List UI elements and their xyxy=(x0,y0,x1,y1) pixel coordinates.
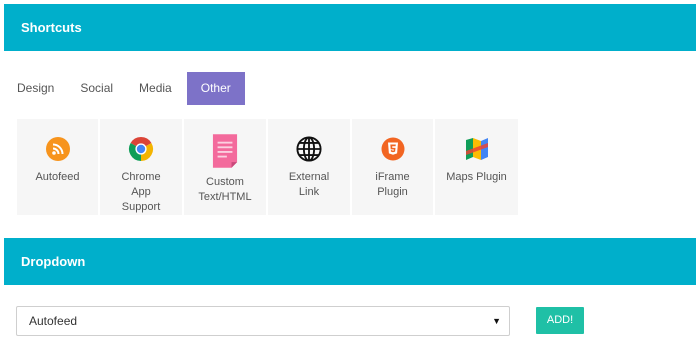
dropdown-header: Dropdown xyxy=(4,238,696,285)
tab-other[interactable]: Other xyxy=(186,72,245,105)
map-icon xyxy=(464,136,490,162)
html5-icon xyxy=(380,136,406,162)
tile-custom-text-html[interactable]: Custom Text/HTML xyxy=(184,119,266,215)
shortcuts-header: Shortcuts xyxy=(4,4,696,51)
tab-bar: Design Social Media Other xyxy=(4,72,245,105)
tile-label: Chrome App Support xyxy=(121,171,161,213)
tile-label: Maps Plugin xyxy=(446,171,507,183)
shortcut-grid: Autofeed Chrome App Support Custom Text/… xyxy=(17,119,518,215)
chrome-icon xyxy=(128,136,154,162)
tile-maps-plugin[interactable]: Maps Plugin xyxy=(435,119,518,215)
tile-iframe-plugin[interactable]: iFrame Plugin xyxy=(352,119,433,215)
tab-media[interactable]: Media xyxy=(126,72,185,105)
rss-icon xyxy=(45,136,71,162)
tile-label: External Link xyxy=(288,171,330,198)
tile-label: Autofeed xyxy=(35,171,80,183)
tab-design[interactable]: Design xyxy=(4,72,67,105)
globe-icon xyxy=(296,136,322,162)
select-value: Autofeed xyxy=(29,314,78,328)
document-icon xyxy=(212,131,238,171)
shortcut-select[interactable]: Autofeed ▼ xyxy=(16,306,510,336)
shortcuts-title: Shortcuts xyxy=(21,20,82,35)
tab-social[interactable]: Social xyxy=(67,72,126,105)
add-button[interactable]: ADD! xyxy=(536,307,584,334)
caret-down-icon: ▼ xyxy=(492,316,501,326)
tile-chrome-app-support[interactable]: Chrome App Support xyxy=(100,119,182,215)
tile-external-link[interactable]: External Link xyxy=(268,119,350,215)
tile-label: iFrame Plugin xyxy=(375,171,410,198)
tile-label: Custom Text/HTML xyxy=(198,176,252,203)
dropdown-title: Dropdown xyxy=(21,254,86,269)
tile-autofeed[interactable]: Autofeed xyxy=(17,119,98,215)
